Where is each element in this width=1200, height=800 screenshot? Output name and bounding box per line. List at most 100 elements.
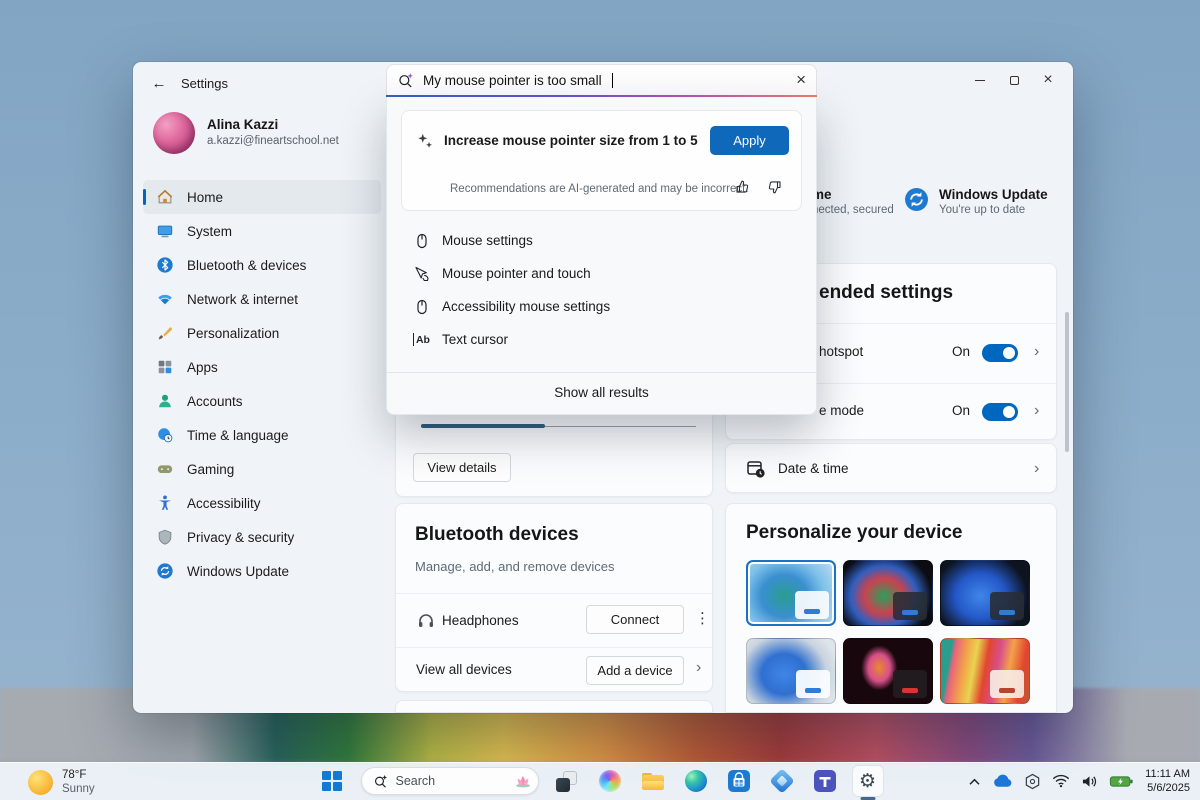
minimize-icon [975, 80, 985, 81]
sidebar-item-label: Privacy & security [187, 530, 294, 545]
volume-icon[interactable] [1081, 774, 1098, 789]
personalization-icon [156, 324, 174, 342]
result-mouse-pointer-touch[interactable]: Mouse pointer and touch [387, 257, 816, 290]
ai-disclaimer: Recommendations are AI-generated and may… [450, 183, 749, 195]
view-all-devices-row[interactable]: View all devices Add a device › [396, 647, 712, 693]
battery-charging-icon[interactable] [1109, 775, 1134, 788]
time-language-icon [156, 426, 174, 444]
back-button[interactable]: ← [145, 70, 173, 96]
onedrive-cloud-icon[interactable] [992, 774, 1013, 788]
windows-update-icon [156, 562, 174, 580]
avatar[interactable] [153, 112, 195, 154]
taskbar-search-box[interactable]: Search [361, 767, 539, 795]
window-title: Settings [181, 76, 228, 91]
text-cursor-icon: Ab [413, 333, 430, 346]
sidebar-item-accounts[interactable]: Accounts [143, 384, 381, 418]
maximize-icon [1010, 76, 1019, 85]
add-device-button[interactable]: Add a device [586, 656, 684, 685]
app-diamond-button[interactable] [767, 766, 797, 796]
sidebar-item-system[interactable]: System [143, 214, 381, 248]
result-mouse-settings[interactable]: Mouse settings [387, 224, 816, 257]
thumbs-up-icon[interactable] [734, 179, 750, 195]
teams-icon [814, 770, 836, 792]
accounts-icon [156, 392, 174, 410]
result-text-cursor[interactable]: Ab Text cursor [387, 323, 816, 356]
wifi-icon[interactable] [1052, 774, 1070, 788]
sidebar-item-privacy-security[interactable]: Privacy & security [143, 520, 381, 554]
minimize-button[interactable] [965, 66, 995, 94]
start-button[interactable] [318, 766, 348, 796]
back-icon: ← [152, 75, 167, 92]
sidebar-item-label: Accessibility [187, 496, 261, 511]
sidebar-item-label: System [187, 224, 232, 239]
theme-thumbnail-6[interactable] [940, 638, 1030, 704]
sidebar-item-label: Network & internet [187, 292, 298, 307]
scrollbar-thumb[interactable] [1065, 312, 1069, 452]
windows-update-header-title[interactable]: Windows Update [939, 187, 1048, 202]
apps-icon [156, 358, 174, 376]
ai-search-icon [397, 72, 414, 89]
theme-thumbnail-3[interactable] [940, 560, 1030, 626]
tray-time: 11:11 AM [1145, 768, 1190, 780]
close-button[interactable]: × [1033, 66, 1063, 94]
system-tray: 11:11 AM5/6/2025 [968, 765, 1190, 797]
storage-progress-bar [421, 424, 696, 428]
sidebar-item-accessibility[interactable]: Accessibility [143, 486, 381, 520]
maximize-button[interactable] [999, 66, 1029, 94]
task-view-icon [556, 771, 577, 792]
search-results-flyout: Increase mouse pointer size from 1 to 5 … [386, 97, 817, 415]
result-accessibility-mouse[interactable]: Accessibility mouse settings [387, 290, 816, 323]
show-all-results-link[interactable]: Show all results [387, 385, 816, 400]
edge-icon [685, 770, 707, 792]
sidebar-item-bluetooth-devices[interactable]: Bluetooth & devices [143, 248, 381, 282]
connect-button[interactable]: Connect [586, 605, 684, 634]
sidebar-item-gaming[interactable]: Gaming [143, 452, 381, 486]
microsoft-store-button[interactable] [724, 766, 754, 796]
file-explorer-button[interactable] [638, 766, 668, 796]
settings-search-input[interactable]: My mouse pointer is too small × [386, 64, 817, 95]
theme-thumbnail-5[interactable] [843, 638, 933, 704]
search-close-icon[interactable]: × [796, 70, 806, 90]
sidebar-item-label: Apps [187, 360, 218, 375]
sidebar-item-home[interactable]: Home [143, 180, 381, 214]
apply-button[interactable]: Apply [710, 126, 789, 155]
tray-chevron-up-icon[interactable] [968, 777, 981, 786]
next-card-sliver [395, 700, 713, 713]
sidebar-item-label: Home [187, 190, 223, 205]
edge-button[interactable] [681, 766, 711, 796]
tray-clock[interactable]: 11:11 AM5/6/2025 [1145, 767, 1190, 796]
sidebar-nav: Home System Bluetooth & devices Network … [143, 180, 381, 588]
microsoft-store-icon [728, 770, 750, 792]
windows-update-header-icon [903, 186, 930, 218]
search-query-text: My mouse pointer is too small [423, 73, 602, 88]
theme-thumbnail-2[interactable] [843, 560, 933, 626]
search-underline [386, 95, 817, 97]
chevron-right-icon: › [1034, 403, 1039, 419]
device-name: Headphones [442, 613, 519, 628]
theme-thumbnail-1[interactable] [746, 560, 836, 626]
view-details-button[interactable]: View details [413, 453, 511, 482]
more-options-icon[interactable]: ⋮ [695, 609, 710, 627]
sidebar-item-personalization[interactable]: Personalization [143, 316, 381, 350]
sidebar-item-time-language[interactable]: Time & language [143, 418, 381, 452]
headphones-row[interactable]: Headphones Connect ⋮ [396, 593, 712, 647]
date-time-card[interactable]: Date & time › [725, 443, 1057, 493]
sidebar-item-apps[interactable]: Apps [143, 350, 381, 384]
mode-toggle[interactable] [982, 403, 1018, 421]
gaming-icon [156, 460, 174, 478]
settings-taskbar-button[interactable]: ⚙ [853, 766, 883, 796]
sidebar-item-network-internet[interactable]: Network & internet [143, 282, 381, 316]
teams-button[interactable] [810, 766, 840, 796]
theme-thumbnail-4[interactable] [746, 638, 836, 704]
profile-name: Alina Kazzi [207, 117, 278, 132]
thumbs-down-icon[interactable] [767, 179, 783, 195]
task-view-button[interactable] [552, 766, 582, 796]
tray-hexagon-icon[interactable] [1024, 773, 1041, 790]
chevron-right-icon: › [1034, 461, 1039, 477]
hotspot-toggle[interactable] [982, 344, 1018, 362]
copilot-button[interactable] [595, 766, 625, 796]
home-icon [156, 188, 174, 206]
bluetooth-card-title: Bluetooth devices [415, 524, 579, 546]
sidebar-item-windows-update[interactable]: Windows Update [143, 554, 381, 588]
lotus-flower-icon [512, 770, 534, 792]
